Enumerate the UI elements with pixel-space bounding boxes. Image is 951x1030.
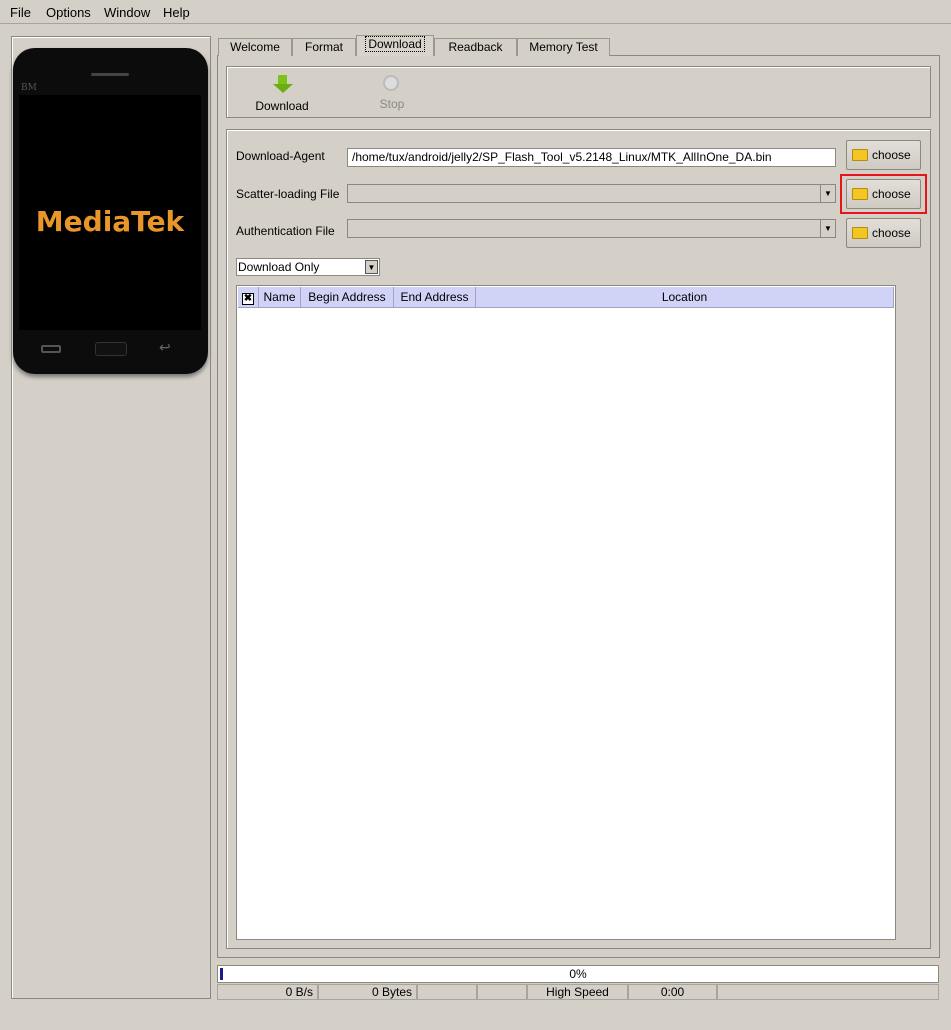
download-agent-label: Download-Agent bbox=[236, 149, 325, 163]
folder-icon bbox=[852, 227, 868, 239]
download-button[interactable]: Download bbox=[247, 73, 317, 115]
menu-help[interactable]: Help bbox=[163, 5, 190, 20]
progress-text: 0% bbox=[569, 967, 587, 981]
download-label: Download bbox=[255, 99, 309, 113]
menu-bar: File Options Window Help bbox=[0, 0, 951, 24]
stop-icon bbox=[383, 75, 399, 91]
scatter-file-combo[interactable]: ▼ bbox=[347, 184, 836, 203]
phone-screen: MediaTek bbox=[19, 95, 201, 330]
choose-label: choose bbox=[872, 187, 911, 201]
back-key-icon: ↩ bbox=[159, 339, 171, 355]
toolbar: Download Stop bbox=[226, 66, 931, 118]
choose-auth-file-button[interactable]: choose bbox=[846, 218, 921, 248]
status-empty-1 bbox=[417, 984, 477, 1000]
partition-table: ✖ Name Begin Address End Address Locatio… bbox=[236, 285, 896, 940]
column-begin-address[interactable]: Begin Address bbox=[301, 287, 394, 308]
choose-download-agent-button[interactable]: choose bbox=[846, 140, 921, 170]
menu-key-icon bbox=[41, 345, 61, 353]
menu-file[interactable]: File bbox=[10, 5, 31, 20]
column-location[interactable]: Location bbox=[476, 287, 894, 308]
home-key-icon bbox=[95, 342, 127, 356]
menu-options[interactable]: Options bbox=[46, 5, 91, 20]
choose-scatter-file-button[interactable]: choose bbox=[846, 179, 921, 209]
folder-icon bbox=[852, 188, 868, 200]
dropdown-arrow-icon[interactable]: ▼ bbox=[820, 185, 835, 202]
status-empty-3 bbox=[717, 984, 939, 1000]
dropdown-arrow-icon[interactable]: ▼ bbox=[820, 220, 835, 237]
menu-window[interactable]: Window bbox=[104, 5, 150, 20]
mediatek-logo: MediaTek bbox=[35, 205, 185, 238]
tab-format[interactable]: Format bbox=[292, 38, 356, 56]
progress-fill bbox=[220, 968, 223, 980]
tab-welcome[interactable]: Welcome bbox=[218, 38, 292, 56]
phone-badge: BM bbox=[21, 83, 37, 93]
column-name[interactable]: Name bbox=[259, 287, 301, 308]
select-all-checkbox[interactable]: ✖ bbox=[238, 287, 259, 308]
tab-memory-test[interactable]: Memory Test bbox=[517, 38, 610, 56]
auth-file-label: Authentication File bbox=[236, 224, 335, 238]
tab-download[interactable]: Download bbox=[356, 35, 434, 56]
mode-select[interactable]: Download Only ▼ bbox=[236, 258, 380, 276]
mode-value: Download Only bbox=[238, 260, 320, 274]
stop-label: Stop bbox=[379, 97, 405, 111]
folder-icon bbox=[852, 149, 868, 161]
speaker-icon bbox=[91, 73, 129, 76]
auth-file-combo[interactable]: ▼ bbox=[347, 219, 836, 238]
status-bytes: 0 Bytes bbox=[318, 984, 417, 1000]
status-empty-2 bbox=[477, 984, 527, 1000]
download-agent-input[interactable]: /home/tux/android/jelly2/SP_Flash_Tool_v… bbox=[347, 148, 836, 167]
tab-download-label: Download bbox=[365, 36, 425, 52]
check-icon: ✖ bbox=[242, 293, 254, 305]
dropdown-arrow-icon[interactable]: ▼ bbox=[365, 260, 378, 274]
tab-readback[interactable]: Readback bbox=[434, 38, 517, 56]
column-end-address[interactable]: End Address bbox=[394, 287, 476, 308]
choose-label: choose bbox=[872, 148, 911, 162]
status-speed: 0 B/s bbox=[217, 984, 318, 1000]
status-usb-mode: High Speed bbox=[527, 984, 628, 1000]
progress-bar: 0% bbox=[217, 965, 939, 983]
status-time: 0:00 bbox=[628, 984, 717, 1000]
choose-label: choose bbox=[872, 226, 911, 240]
scatter-file-label: Scatter-loading File bbox=[236, 187, 340, 201]
stop-button[interactable]: Stop bbox=[372, 73, 412, 115]
